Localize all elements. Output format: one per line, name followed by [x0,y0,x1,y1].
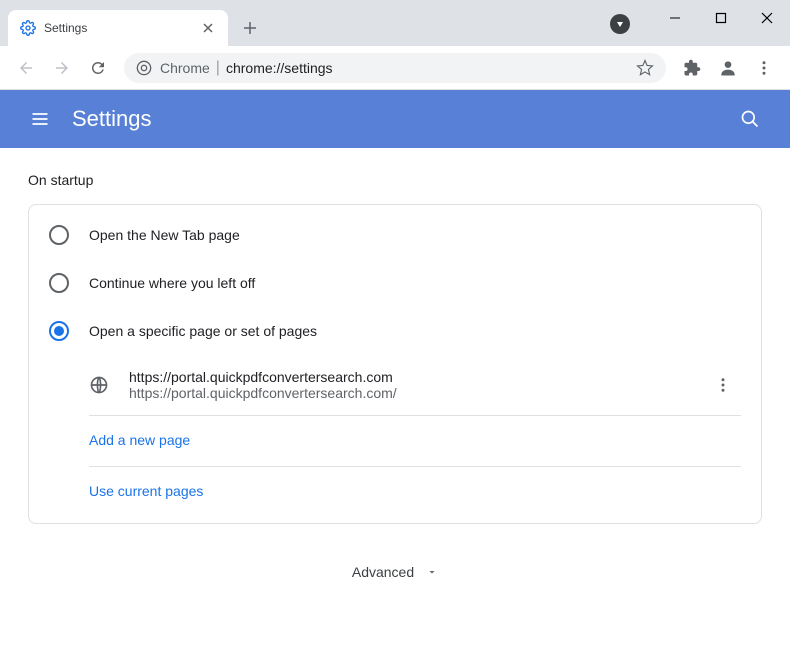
advanced-toggle[interactable]: Advanced [28,524,762,600]
omnibox-separator: | [216,59,220,77]
new-tab-button[interactable] [236,14,264,42]
extensions-icon[interactable] [674,50,710,86]
chevron-down-icon [426,566,438,578]
content-scroll-area[interactable]: On startup Open the New Tab page Continu… [0,148,790,667]
gear-icon [20,20,36,36]
hamburger-menu-icon[interactable] [20,99,60,139]
chrome-icon [136,60,152,76]
radio-icon [49,225,69,245]
address-bar[interactable]: Chrome | chrome://settings [124,53,666,83]
link-label: Add a new page [89,432,190,448]
tab-title: Settings [44,21,200,35]
radio-icon-selected [49,321,69,341]
window-title-bar: Settings [0,0,790,46]
page-info: https://portal.quickpdfconvertersearch.c… [129,369,705,401]
maximize-button[interactable] [698,0,744,36]
link-label: Use current pages [89,483,203,499]
startup-card: Open the New Tab page Continue where you… [28,204,762,524]
profile-avatar-icon[interactable] [710,50,746,86]
radio-specific-pages[interactable]: Open a specific page or set of pages [29,307,761,355]
section-title-startup: On startup [28,172,762,188]
page-title-text: https://portal.quickpdfconvertersearch.c… [129,369,705,385]
profile-badge-icon[interactable] [610,14,630,34]
add-new-page-button[interactable]: Add a new page [89,416,741,466]
globe-icon [89,375,109,395]
use-current-pages-button[interactable]: Use current pages [89,467,741,517]
radio-icon [49,273,69,293]
window-controls [652,0,790,36]
back-button[interactable] [8,50,44,86]
advanced-label: Advanced [352,564,414,580]
minimize-button[interactable] [652,0,698,36]
close-tab-icon[interactable] [200,20,216,36]
forward-button[interactable] [44,50,80,86]
chrome-menu-icon[interactable] [746,50,782,86]
bookmark-star-icon[interactable] [636,59,654,77]
startup-pages-list: https://portal.quickpdfconvertersearch.c… [89,355,741,517]
settings-header: Settings [0,90,790,148]
radio-label: Open a specific page or set of pages [89,323,317,339]
startup-page-row: https://portal.quickpdfconvertersearch.c… [89,355,741,415]
radio-label: Continue where you left off [89,275,255,291]
more-vert-icon[interactable] [705,367,741,403]
browser-tab[interactable]: Settings [8,10,228,46]
reload-button[interactable] [80,50,116,86]
search-icon[interactable] [730,99,770,139]
radio-continue[interactable]: Continue where you left off [29,259,761,307]
omnibox-prefix: Chrome [160,60,210,76]
close-window-button[interactable] [744,0,790,36]
page-url-text: https://portal.quickpdfconvertersearch.c… [129,385,705,401]
page-title: Settings [72,106,730,132]
omnibox-url: chrome://settings [226,60,333,76]
browser-toolbar: Chrome | chrome://settings [0,46,790,90]
radio-new-tab[interactable]: Open the New Tab page [29,211,761,259]
radio-label: Open the New Tab page [89,227,240,243]
